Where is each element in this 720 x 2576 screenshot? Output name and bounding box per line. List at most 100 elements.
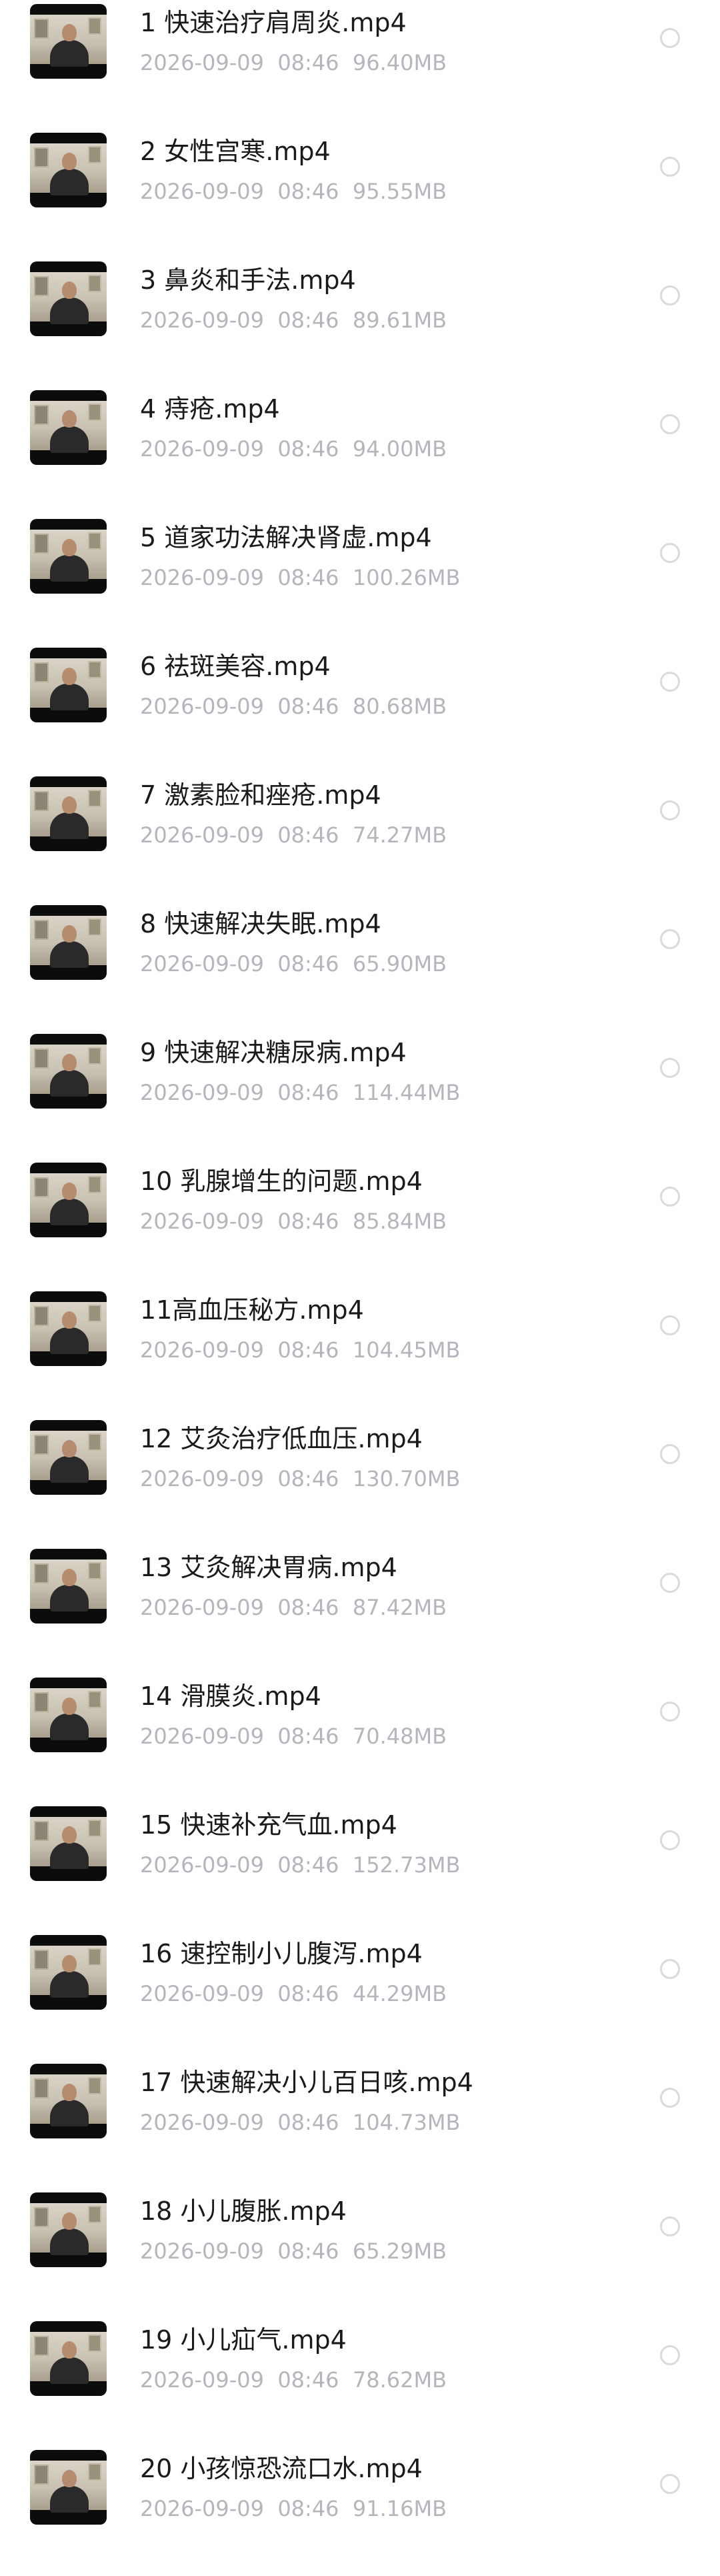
select-radio[interactable] (660, 543, 680, 563)
file-row[interactable]: 14 滑膜炎.mp4 2026-09-09 08:46 70.48MB (0, 1675, 720, 1804)
file-name[interactable]: 17 快速解决小儿百日咳.mp4 (140, 2061, 473, 2104)
file-name[interactable]: 18 小儿腹胀.mp4 (140, 2190, 347, 2232)
thumbnail-head (62, 539, 77, 556)
video-thumbnail[interactable] (30, 1163, 107, 1237)
file-name[interactable]: 10 乳腺增生的问题.mp4 (140, 1160, 423, 1203)
video-thumbnail[interactable] (30, 390, 107, 465)
file-row[interactable]: 20 小孩惊恐流口水.mp4 2026-09-09 08:46 91.16MB (0, 2447, 720, 2576)
video-thumbnail[interactable] (30, 1806, 107, 1881)
select-radio[interactable] (660, 1830, 680, 1850)
video-thumbnail[interactable] (30, 2064, 107, 2138)
file-name[interactable]: 6 祛斑美容.mp4 (140, 645, 331, 688)
file-name[interactable]: 12 艾灸治疗低血压.mp4 (140, 1417, 423, 1460)
video-thumbnail[interactable] (30, 1034, 107, 1109)
file-name[interactable]: 11高血压秘方.mp4 (140, 1289, 364, 1331)
select-radio[interactable] (660, 1444, 680, 1464)
file-name[interactable]: 2 女性宫寒.mp4 (140, 130, 331, 173)
file-row[interactable]: 11高血压秘方.mp4 2026-09-09 08:46 104.45MB (0, 1289, 720, 1417)
thumbnail-frame-l (34, 791, 49, 811)
select-radio[interactable] (660, 1959, 680, 1979)
video-thumbnail[interactable] (30, 1678, 107, 1752)
select-radio[interactable] (660, 1573, 680, 1593)
file-name[interactable]: 16 速控制小儿腹泻.mp4 (140, 1932, 423, 1975)
select-radio[interactable] (660, 2216, 680, 2236)
select-radio[interactable] (660, 28, 680, 48)
file-date: 2026-09-09 (140, 179, 264, 204)
video-thumbnail[interactable] (30, 519, 107, 594)
thumbnail-head (62, 410, 77, 428)
select-radio[interactable] (660, 929, 680, 949)
video-thumbnail[interactable] (30, 648, 107, 722)
thumbnail-frame-l (34, 276, 49, 296)
file-name[interactable]: 13 艾灸解决胃病.mp4 (140, 1546, 397, 1589)
file-row[interactable]: 17 快速解决小儿百日咳.mp4 2026-09-09 08:46 104.73M… (0, 2061, 720, 2190)
select-radio[interactable] (660, 2474, 680, 2494)
video-thumbnail[interactable] (30, 2321, 107, 2396)
file-date: 2026-09-09 (140, 565, 264, 590)
video-thumbnail[interactable] (30, 1549, 107, 1624)
select-radio[interactable] (660, 414, 680, 434)
thumbnail-body (50, 684, 89, 710)
thumbnail-head (62, 2212, 77, 2230)
file-row[interactable]: 2 女性宫寒.mp4 2026-09-09 08:46 95.55MB (0, 130, 720, 259)
video-thumbnail[interactable] (30, 2192, 107, 2267)
thumbnail-frame-l (34, 2078, 49, 2098)
file-row[interactable]: 16 速控制小儿腹泻.mp4 2026-09-09 08:46 44.29MB (0, 1932, 720, 2061)
file-row[interactable]: 12 艾灸治疗低血压.mp4 2026-09-09 08:46 130.70MB (0, 1417, 720, 1546)
file-name[interactable]: 1 快速治疗肩周炎.mp4 (140, 1, 407, 44)
video-thumbnail[interactable] (30, 261, 107, 336)
file-date: 2026-09-09 (140, 1080, 264, 1105)
video-thumbnail[interactable] (30, 133, 107, 207)
file-name[interactable]: 3 鼻炎和手法.mp4 (140, 259, 356, 301)
file-size: 104.45MB (352, 1337, 461, 1363)
file-row[interactable]: 5 道家功法解决肾虚.mp4 2026-09-09 08:46 100.26MB (0, 516, 720, 645)
file-row[interactable]: 6 祛斑美容.mp4 2026-09-09 08:46 80.68MB (0, 645, 720, 774)
thumbnail-frame-r (88, 532, 101, 550)
file-row[interactable]: 19 小儿疝气.mp4 2026-09-09 08:46 78.62MB (0, 2319, 720, 2447)
thumbnail-frame-l (34, 534, 49, 554)
file-meta: 2026-09-09 08:46 100.26MB (140, 563, 460, 592)
file-row[interactable]: 9 快速解决糖尿病.mp4 2026-09-09 08:46 114.44MB (0, 1031, 720, 1160)
video-thumbnail[interactable] (30, 4, 107, 79)
video-thumbnail[interactable] (30, 1935, 107, 2010)
file-row[interactable]: 7 激素脸和痤疮.mp4 2026-09-09 08:46 74.27MB (0, 774, 720, 902)
select-radio[interactable] (660, 1058, 680, 1078)
file-name[interactable]: 14 滑膜炎.mp4 (140, 1675, 321, 1718)
file-name[interactable]: 5 道家功法解决肾虚.mp4 (140, 516, 432, 559)
select-radio[interactable] (660, 285, 680, 305)
file-row[interactable]: 13 艾灸解决胃病.mp4 2026-09-09 08:46 87.42MB (0, 1546, 720, 1675)
video-thumbnail[interactable] (30, 1420, 107, 1495)
file-name[interactable]: 7 激素脸和痤疮.mp4 (140, 774, 381, 816)
select-radio[interactable] (660, 2088, 680, 2108)
file-date: 2026-09-09 (140, 307, 264, 333)
select-radio[interactable] (660, 2345, 680, 2365)
file-name[interactable]: 8 快速解决失眠.mp4 (140, 902, 381, 945)
select-radio[interactable] (660, 1187, 680, 1207)
file-meta: 2026-09-09 08:46 44.29MB (140, 1979, 447, 2008)
file-meta: 2026-09-09 08:46 152.73MB (140, 1850, 460, 1880)
select-radio[interactable] (660, 157, 680, 177)
video-thumbnail[interactable] (30, 905, 107, 980)
file-row[interactable]: 8 快速解决失眠.mp4 2026-09-09 08:46 65.90MB (0, 902, 720, 1031)
thumbnail-frame-l (34, 920, 49, 940)
file-time: 08:46 (277, 1724, 339, 1749)
select-radio[interactable] (660, 800, 680, 820)
file-name[interactable]: 4 痔疮.mp4 (140, 388, 280, 430)
file-row[interactable]: 1 快速治疗肩周炎.mp4 2026-09-09 08:46 96.40MB (0, 1, 720, 130)
select-radio[interactable] (660, 672, 680, 692)
select-radio[interactable] (660, 1315, 680, 1335)
file-row[interactable]: 18 小儿腹胀.mp4 2026-09-09 08:46 65.29MB (0, 2190, 720, 2319)
file-row[interactable]: 3 鼻炎和手法.mp4 2026-09-09 08:46 89.61MB (0, 259, 720, 388)
thumbnail-body (50, 1456, 89, 1483)
select-radio[interactable] (660, 1702, 680, 1722)
file-name[interactable]: 15 快速补充气血.mp4 (140, 1804, 397, 1846)
file-row[interactable]: 4 痔疮.mp4 2026-09-09 08:46 94.00MB (0, 388, 720, 516)
file-row[interactable]: 15 快速补充气血.mp4 2026-09-09 08:46 152.73MB (0, 1804, 720, 1932)
file-name[interactable]: 9 快速解决糖尿病.mp4 (140, 1031, 407, 1074)
video-thumbnail[interactable] (30, 776, 107, 851)
file-row[interactable]: 10 乳腺增生的问题.mp4 2026-09-09 08:46 85.84MB (0, 1160, 720, 1289)
file-name[interactable]: 20 小孩惊恐流口水.mp4 (140, 2447, 423, 2490)
file-name[interactable]: 19 小儿疝气.mp4 (140, 2319, 347, 2361)
video-thumbnail[interactable] (30, 1291, 107, 1366)
video-thumbnail[interactable] (30, 2450, 107, 2525)
